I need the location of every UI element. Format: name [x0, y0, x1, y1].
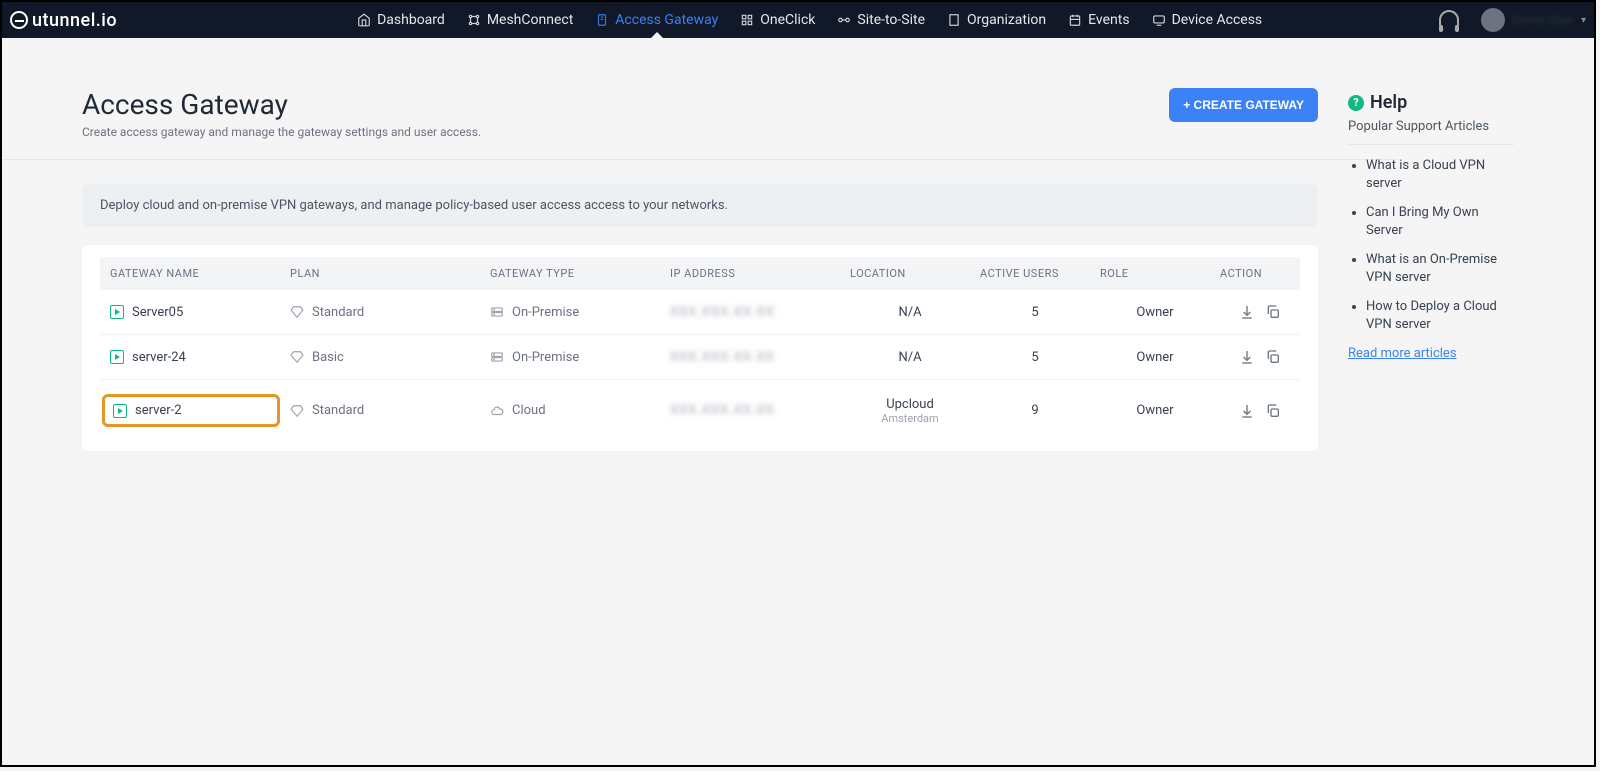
nav-icon: [1068, 13, 1082, 27]
nav-label: Events: [1088, 12, 1129, 28]
nav-label: Device Access: [1172, 12, 1263, 28]
help-title: Help: [1370, 92, 1407, 113]
location-cell: N/A: [840, 350, 970, 365]
help-subtitle: Popular Support Articles: [1348, 119, 1514, 134]
type-cell: On-Premise: [480, 305, 660, 320]
nav-icon: [740, 13, 754, 27]
col-header: IP ADDRESS: [660, 267, 840, 280]
nav-icon: [357, 13, 371, 27]
support-icon[interactable]: [1439, 10, 1459, 30]
avatar-icon: [1481, 8, 1505, 32]
nav-events[interactable]: Events: [1068, 12, 1129, 28]
users-cell: 9: [970, 403, 1090, 418]
help-article-link[interactable]: How to Deploy a Cloud VPN server: [1366, 298, 1514, 333]
gateway-name-cell[interactable]: Server05: [110, 305, 280, 320]
col-header: PLAN: [280, 267, 480, 280]
action-cell: [1210, 304, 1300, 320]
location-cell: UpcloudAmsterdam: [840, 397, 970, 425]
divider: [2, 159, 1398, 160]
status-icon: [113, 404, 127, 418]
col-header: GATEWAY TYPE: [480, 267, 660, 280]
user-name: Demo User: [1511, 13, 1575, 28]
copy-icon[interactable]: [1265, 403, 1281, 419]
top-nav: Dashboard MeshConnect Access Gateway OneCli…: [357, 2, 1262, 38]
divider: [1348, 144, 1514, 145]
nav-label: MeshConnect: [487, 12, 573, 28]
gateway-name: server-2: [135, 403, 182, 418]
help-icon: ?: [1348, 95, 1364, 111]
action-cell: [1210, 403, 1300, 419]
download-icon[interactable]: [1239, 349, 1255, 365]
nav-device-access[interactable]: Device Access: [1152, 12, 1263, 28]
help-article-link[interactable]: What is a Cloud VPN server: [1366, 157, 1514, 192]
plan-cell: Standard: [280, 403, 480, 418]
ip-cell: XXX.XXX.XX.XX: [660, 350, 840, 365]
role-cell: Owner: [1090, 350, 1210, 365]
nav-label: Access Gateway: [615, 12, 718, 28]
col-header: ACTION: [1210, 267, 1300, 280]
download-icon[interactable]: [1239, 304, 1255, 320]
gateway-table: GATEWAY NAMEPLANGATEWAY TYPEIP ADDRESSLO…: [82, 245, 1318, 451]
info-banner: Deploy cloud and on-premise VPN gateways…: [82, 184, 1318, 227]
type-cell: Cloud: [480, 403, 660, 418]
role-cell: Owner: [1090, 403, 1210, 418]
page-subtitle: Create access gateway and manage the gat…: [82, 125, 481, 139]
help-article-link[interactable]: Can I Bring My Own Server: [1366, 204, 1514, 239]
help-panel: ? Help Popular Support Articles What is …: [1348, 88, 1514, 451]
nav-icon: [947, 13, 961, 27]
ip-cell: XXX.XXX.XX.XX: [660, 305, 840, 320]
nav-site-to-site[interactable]: Site-to-Site: [837, 12, 925, 28]
gateway-name-cell[interactable]: server-24: [110, 350, 280, 365]
user-menu[interactable]: Demo User ▾: [1481, 8, 1586, 32]
col-header: LOCATION: [840, 267, 970, 280]
nav-label: OneClick: [760, 12, 815, 28]
nav-organization[interactable]: Organization: [947, 12, 1046, 28]
nav-oneclick[interactable]: OneClick: [740, 12, 815, 28]
table-row[interactable]: Server05 StandardOn-PremiseXXX.XXX.XX.XXN…: [100, 290, 1300, 335]
role-cell: Owner: [1090, 305, 1210, 320]
nav-icon: [595, 13, 609, 27]
gateway-name: server-24: [132, 350, 186, 365]
plan-cell: Standard: [280, 305, 480, 320]
nav-access-gateway[interactable]: Access Gateway: [595, 12, 718, 28]
nav-icon: [837, 13, 851, 27]
help-article-link[interactable]: What is an On-Premise VPN server: [1366, 251, 1514, 286]
copy-icon[interactable]: [1265, 304, 1281, 320]
gateway-name: Server05: [132, 305, 183, 320]
col-header: GATEWAY NAME: [100, 267, 280, 280]
chevron-down-icon: ▾: [1581, 15, 1586, 26]
read-more-link[interactable]: Read more articles: [1348, 346, 1457, 361]
nav-icon: [467, 13, 481, 27]
nav-dashboard[interactable]: Dashboard: [357, 12, 445, 28]
nav-label: Site-to-Site: [857, 12, 925, 28]
create-gateway-button[interactable]: + CREATE GATEWAY: [1169, 88, 1318, 122]
download-icon[interactable]: [1239, 403, 1255, 419]
page-title: Access Gateway: [82, 88, 481, 121]
table-row[interactable]: server-24 BasicOn-PremiseXXX.XXX.XX.XXN/A…: [100, 335, 1300, 380]
nav-icon: [1152, 13, 1166, 27]
col-header: ACTIVE USERS: [970, 267, 1090, 280]
brand-name: utunnel.io: [32, 10, 117, 31]
gateway-name-cell[interactable]: server-2: [102, 394, 280, 427]
action-cell: [1210, 349, 1300, 365]
status-icon: [110, 305, 124, 319]
col-header: ROLE: [1090, 267, 1210, 280]
brand-logo[interactable]: utunnel.io: [10, 10, 117, 31]
users-cell: 5: [970, 305, 1090, 320]
logo-icon: [10, 11, 28, 29]
copy-icon[interactable]: [1265, 349, 1281, 365]
nav-label: Dashboard: [377, 12, 445, 28]
location-cell: N/A: [840, 305, 970, 320]
table-row[interactable]: server-2 StandardCloudXXX.XXX.XX.XXUpclou…: [100, 380, 1300, 441]
nav-label: Organization: [967, 12, 1046, 28]
status-icon: [110, 350, 124, 364]
ip-cell: XXX.XXX.XX.XX: [660, 403, 840, 418]
plan-cell: Basic: [280, 350, 480, 365]
topbar: utunnel.io Dashboard MeshConnect Access Ga…: [2, 2, 1594, 38]
type-cell: On-Premise: [480, 350, 660, 365]
users-cell: 5: [970, 350, 1090, 365]
nav-meshconnect[interactable]: MeshConnect: [467, 12, 573, 28]
